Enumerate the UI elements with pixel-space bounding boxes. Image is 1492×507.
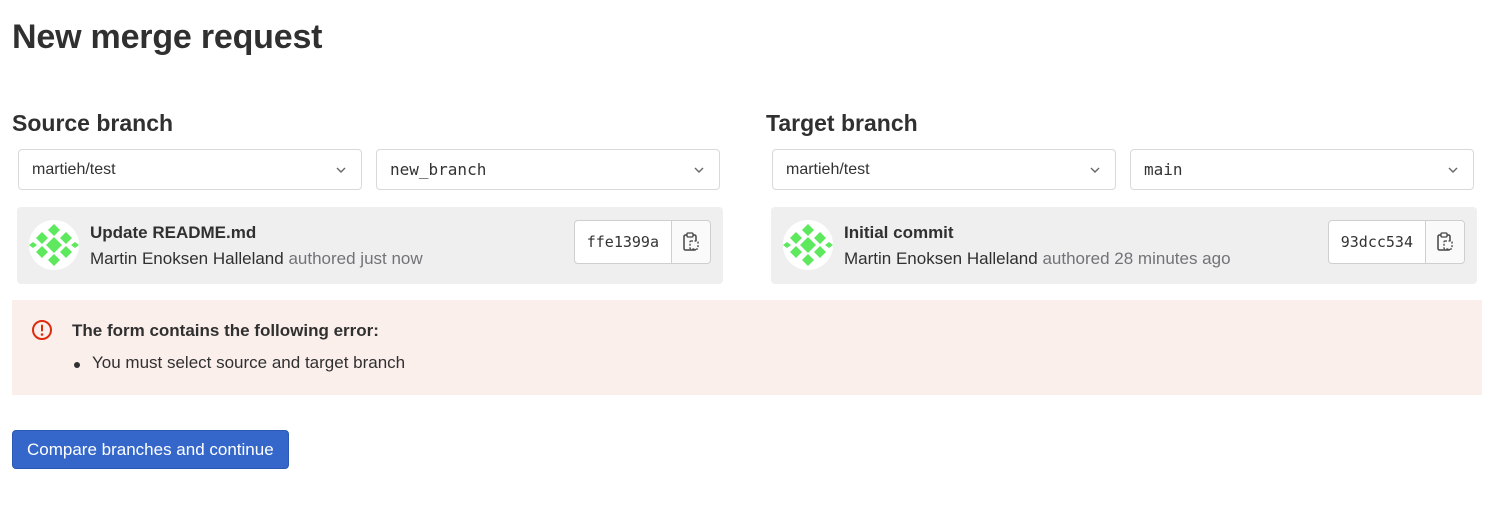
source-branch-heading: Source branch [12, 110, 174, 136]
target-project-dropdown[interactable]: martieh/test [772, 149, 1116, 190]
source-project-dropdown[interactable]: martieh/test [18, 149, 362, 190]
target-branch-value: main [1144, 160, 1183, 179]
error-alert: The form contains the following error: Y… [12, 300, 1482, 395]
commit-title[interactable]: Initial commit [844, 223, 954, 243]
chevron-down-icon [694, 167, 704, 173]
source-branch-value: new_branch [390, 160, 487, 179]
copy-sha-button[interactable] [1426, 221, 1464, 263]
page-title: New merge request [12, 18, 323, 56]
commit-author[interactable]: Martin Enoksen Halleland [844, 249, 1038, 268]
target-project-value: martieh/test [786, 160, 870, 178]
copy-sha-button[interactable] [672, 221, 710, 263]
error-list: You must select source and target branch [72, 353, 405, 373]
commit-time: authored just now [288, 249, 423, 268]
error-item: You must select source and target branch [72, 353, 405, 373]
error-icon [32, 320, 52, 340]
alert-title: The form contains the following error: [72, 321, 379, 340]
target-commit-card: Initial commit Martin Enoksen Halleland … [771, 207, 1477, 284]
compare-branches-button[interactable]: Compare branches and continue [12, 430, 289, 469]
avatar [29, 220, 79, 270]
clipboard-icon [1437, 232, 1453, 251]
commit-sha[interactable]: 93dcc534 [1329, 221, 1426, 263]
chevron-down-icon [1448, 167, 1458, 173]
chevron-down-icon [336, 167, 346, 173]
target-branch-heading: Target branch [766, 110, 918, 136]
commit-author[interactable]: Martin Enoksen Halleland [90, 249, 284, 268]
commit-sha-group: ffe1399a [573, 220, 711, 264]
commit-sha-group: 93dcc534 [1327, 220, 1465, 264]
clipboard-icon [683, 232, 699, 251]
commit-meta: Martin Enoksen Halleland authored just n… [90, 249, 423, 269]
commit-sha[interactable]: ffe1399a [575, 221, 672, 263]
commit-time: authored 28 minutes ago [1042, 249, 1231, 268]
source-branch-dropdown[interactable]: new_branch [376, 149, 720, 190]
commit-meta: Martin Enoksen Halleland authored 28 min… [844, 249, 1231, 269]
avatar [783, 220, 833, 270]
chevron-down-icon [1090, 167, 1100, 173]
commit-title[interactable]: Update README.md [90, 223, 256, 243]
source-project-value: martieh/test [32, 160, 116, 178]
source-commit-card: Update README.md Martin Enoksen Hallelan… [17, 207, 723, 284]
target-branch-dropdown[interactable]: main [1130, 149, 1474, 190]
